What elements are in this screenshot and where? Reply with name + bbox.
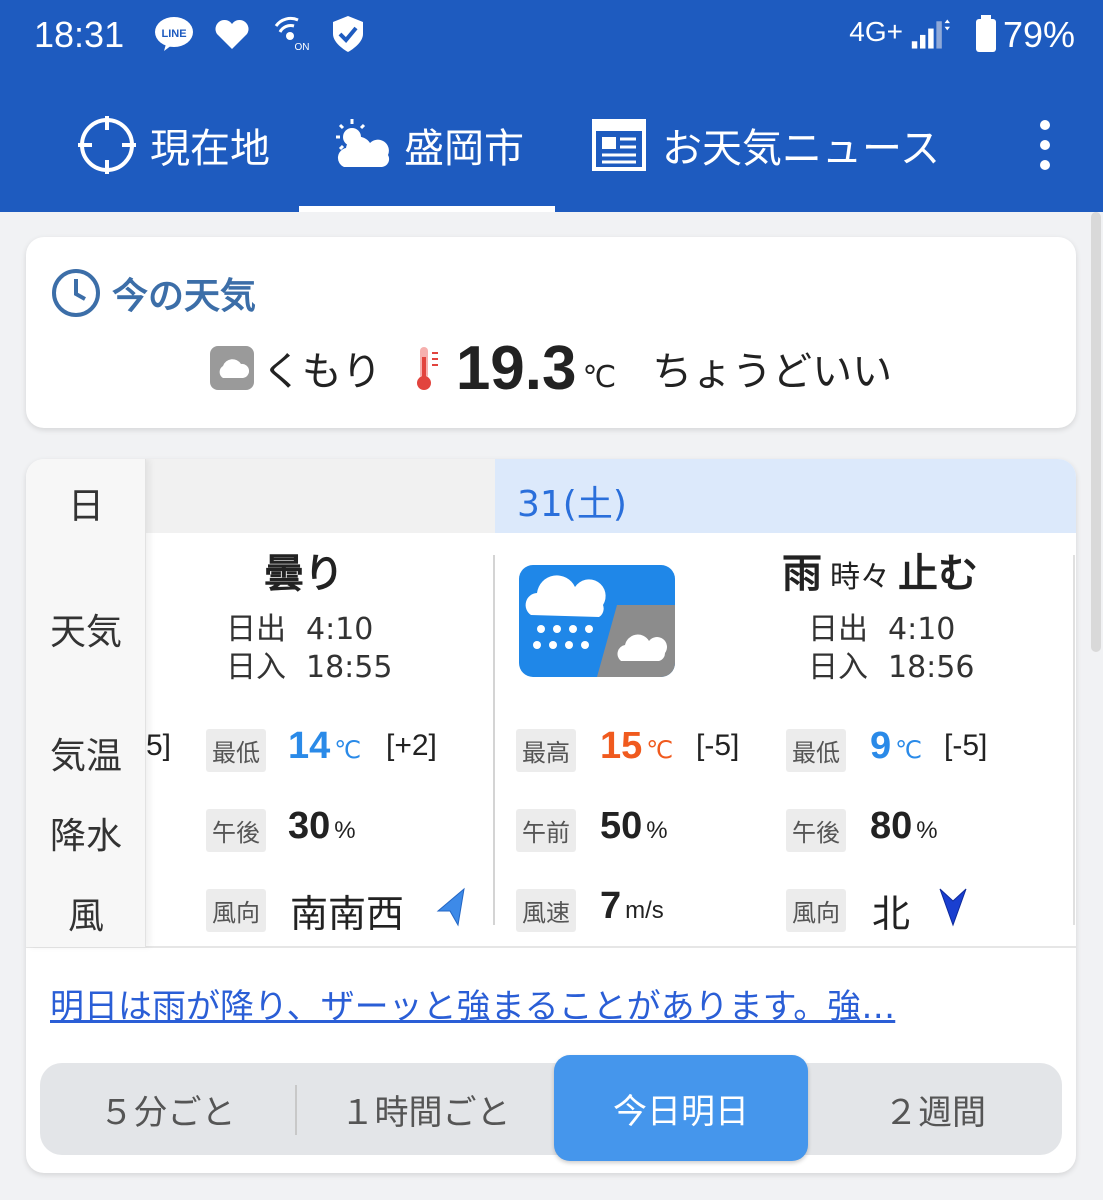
- segment-2weeks[interactable]: ２週間: [808, 1063, 1062, 1155]
- tomorrow-sun-times: 日出 4:10 日入 18:56: [808, 611, 974, 687]
- tomorrow-precip-am: 50%: [600, 805, 668, 847]
- status-time: 18:31: [34, 14, 125, 55]
- segment-today-tomorrow[interactable]: 今日明日: [554, 1055, 808, 1161]
- sunset-label: 日入: [808, 650, 868, 685]
- tomorrow-wind-speed: 7 m/s: [600, 885, 664, 927]
- tomorrow-low-temp: 9 ℃: [870, 725, 923, 767]
- feel-description: ちょうどいい: [652, 349, 893, 395]
- current-weather-label: 今の天気: [112, 276, 257, 317]
- line-icon: LINE: [154, 14, 194, 54]
- segment-hourly[interactable]: １時間ごと: [297, 1063, 554, 1155]
- tab-label: お天気ニュース: [662, 126, 940, 172]
- partial-temp-diff: 5]: [146, 729, 172, 762]
- today-precip: 30%: [288, 805, 356, 847]
- shield-check-icon: [328, 14, 368, 54]
- row-header-wind: 風: [67, 896, 104, 937]
- date-label: 31(土): [517, 484, 627, 525]
- precip-label: 午後: [206, 809, 266, 852]
- tab-morioka[interactable]: 盛岡市: [330, 78, 524, 212]
- partly-cloudy-icon: [330, 114, 392, 176]
- segment-5min[interactable]: ５分ごと: [40, 1063, 295, 1155]
- row-header-day: 日: [67, 486, 104, 527]
- row-headers: 日 天気 気温 降水 風: [26, 459, 146, 947]
- temperature-unit: ℃: [582, 359, 617, 395]
- tomorrow-precip-pm: 80%: [870, 805, 938, 847]
- column-divider: [493, 555, 495, 925]
- rain-then-cloudy-icon: [519, 565, 675, 677]
- battery-icon: [966, 14, 1006, 54]
- today-low-temp: 14 ℃: [288, 725, 362, 767]
- tab-indicator: [299, 206, 555, 212]
- today-wind-direction: 南南西: [290, 892, 405, 936]
- low-label: 最低: [206, 729, 266, 772]
- today-low-diff: [+2]: [386, 729, 437, 762]
- today-weather: 曇り: [264, 551, 344, 597]
- tomorrow-weather: 雨時々 止む: [782, 551, 978, 597]
- signal-icon: [910, 14, 950, 54]
- sunset-time: 18:56: [888, 650, 975, 685]
- app-bar: 現在地 盛岡市 お天気ニュース: [0, 78, 1103, 212]
- svg-text:LINE: LINE: [161, 28, 186, 40]
- sunrise-label: 日出: [808, 612, 868, 647]
- high-label: 最高: [516, 729, 576, 772]
- precip-am-label: 午前: [516, 809, 576, 852]
- wind-dir-label: 風向: [206, 889, 266, 932]
- current-condition: くもり: [261, 349, 382, 395]
- network-type: 4G+: [849, 16, 903, 47]
- sunset-time: 18:55: [306, 650, 393, 685]
- forecast-range-selector: ５分ごと １時間ごと 今日明日 ２週間: [40, 1055, 1062, 1161]
- tomorrow-high-diff: [-5]: [696, 729, 740, 762]
- battery-percent: 79%: [1002, 14, 1075, 55]
- sunset-label: 日入: [226, 650, 286, 685]
- current-weather-title: 今の天気: [50, 267, 256, 319]
- tomorrow-low-diff: [-5]: [944, 729, 988, 762]
- wifi-calling-icon: ON: [272, 14, 312, 54]
- current-weather-card: 今の天気 くもり 19.3 ℃ ちょうどいい: [26, 237, 1076, 428]
- date-cell-tomorrow: 31(土): [495, 459, 1076, 533]
- wind-speed-label: 風速: [516, 889, 576, 932]
- thermometer-icon: [416, 347, 438, 390]
- forecast-card: 31(土) 日 天気 気温 降水 風 5] 曇り 日出 4:10 日入 18:55 …: [26, 459, 1076, 1173]
- divider: [26, 946, 1076, 948]
- today-sun-times: 日出 4:10 日入 18:55: [226, 611, 392, 687]
- column-divider: [1073, 555, 1075, 925]
- sunrise-label: 日出: [226, 612, 286, 647]
- current-weather-summary: くもり 19.3 ℃ ちょうどいい: [26, 333, 1076, 403]
- row-header-temp: 気温: [49, 736, 122, 777]
- sunrise-time: 4:10: [306, 612, 374, 647]
- sunrise-time: 4:10: [888, 612, 956, 647]
- scrollbar[interactable]: [1091, 212, 1101, 652]
- tab-label: 現在地: [150, 126, 270, 172]
- newspaper-icon: [588, 114, 650, 176]
- wind-arrow-icon: [436, 887, 465, 927]
- tomorrow-wind-direction: 北: [872, 892, 911, 936]
- tomorrow-high-temp: 15 ℃: [600, 725, 674, 767]
- current-temperature: 19.3: [455, 333, 577, 403]
- location-crosshair-icon: [76, 114, 138, 176]
- row-header-precip: 降水: [49, 816, 122, 857]
- clock-icon: [52, 269, 100, 317]
- precip-pm-label: 午後: [786, 809, 846, 852]
- tab-current-location[interactable]: 現在地: [76, 78, 270, 212]
- wind-arrow-icon: [939, 888, 967, 927]
- svg-text:ON: ON: [295, 42, 310, 52]
- tab-label: 盛岡市: [404, 126, 524, 172]
- weather-news-link[interactable]: 明日は雨が降り、ザーッと強まることがあります。強…: [50, 979, 895, 1028]
- low-label: 最低: [786, 729, 846, 772]
- date-cell-today: [146, 459, 495, 533]
- heart-icon: [212, 14, 252, 54]
- more-options-icon[interactable]: [1027, 114, 1063, 176]
- row-header-weather: 天気: [49, 612, 122, 653]
- wind-dir-label: 風向: [786, 889, 846, 932]
- status-bar: 18:31 LINE ON 4G+ 79%: [0, 0, 1103, 78]
- cloudy-icon: [209, 346, 254, 390]
- tab-weather-news[interactable]: お天気ニュース: [588, 78, 940, 212]
